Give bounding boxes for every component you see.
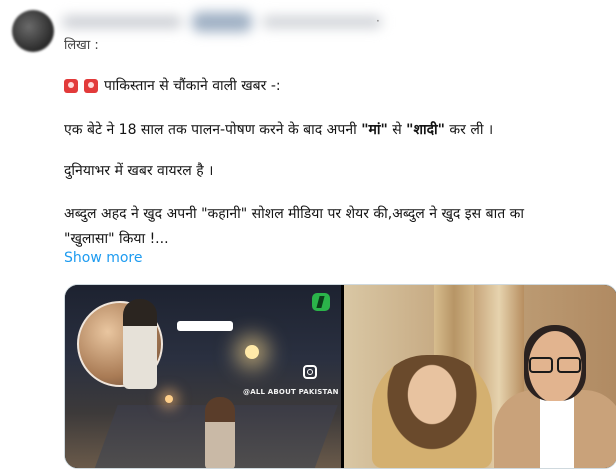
text-segment: से	[387, 122, 407, 138]
siren-icon	[84, 79, 98, 93]
street-light	[245, 345, 259, 359]
shirt-shape	[540, 395, 574, 468]
instagram-icon	[303, 365, 317, 379]
avatar[interactable]	[12, 10, 54, 52]
text-segment: एक बेटे ने 18 साल तक पालन-पोषण करने के ब…	[64, 122, 362, 138]
tweet-text-line: एक बेटे ने 18 साल तक पालन-पोषण करने के ब…	[64, 120, 493, 140]
cut-off-text: लिखा :	[64, 38, 99, 50]
blurred-user-info	[62, 10, 392, 36]
person-figure	[372, 355, 492, 468]
timestamp-separator: ·	[376, 14, 380, 28]
text-segment: कर ली ।	[444, 122, 494, 138]
tweet-text-line: "खुलासा" किया !...	[64, 231, 169, 247]
show-more-link[interactable]: Show more	[64, 250, 143, 266]
person-figure	[205, 397, 235, 468]
text-segment-bold: "मां"	[361, 122, 388, 138]
siren-icon	[64, 79, 78, 93]
overlay-caption-bubble	[177, 321, 233, 331]
channel-logo-badge-icon	[312, 293, 330, 311]
text-segment-bold: "शादी"	[406, 122, 445, 138]
media-image-left[interactable]: @ALL ABOUT PAKISTAN	[65, 285, 341, 468]
alert-text: पाकिस्तान से चौंकाने वाली खबर -:	[104, 78, 281, 94]
media-image-right[interactable]	[344, 285, 616, 468]
watermark-text: @ALL ABOUT PAKISTAN	[243, 388, 339, 396]
street-light	[165, 395, 173, 403]
tweet-text-line: अब्दुल अहद ने खुद अपनी "कहानी" सोशल मीडि…	[64, 206, 525, 222]
alert-line: पाकिस्तान से चौंकाने वाली खबर -:	[64, 76, 281, 96]
glasses-shape	[529, 357, 581, 373]
media-grid: @ALL ABOUT PAKISTAN	[64, 284, 616, 469]
tweet-text-line: दुनियाभर में खबर वायरल है ।	[64, 163, 214, 179]
person-figure	[123, 299, 157, 389]
